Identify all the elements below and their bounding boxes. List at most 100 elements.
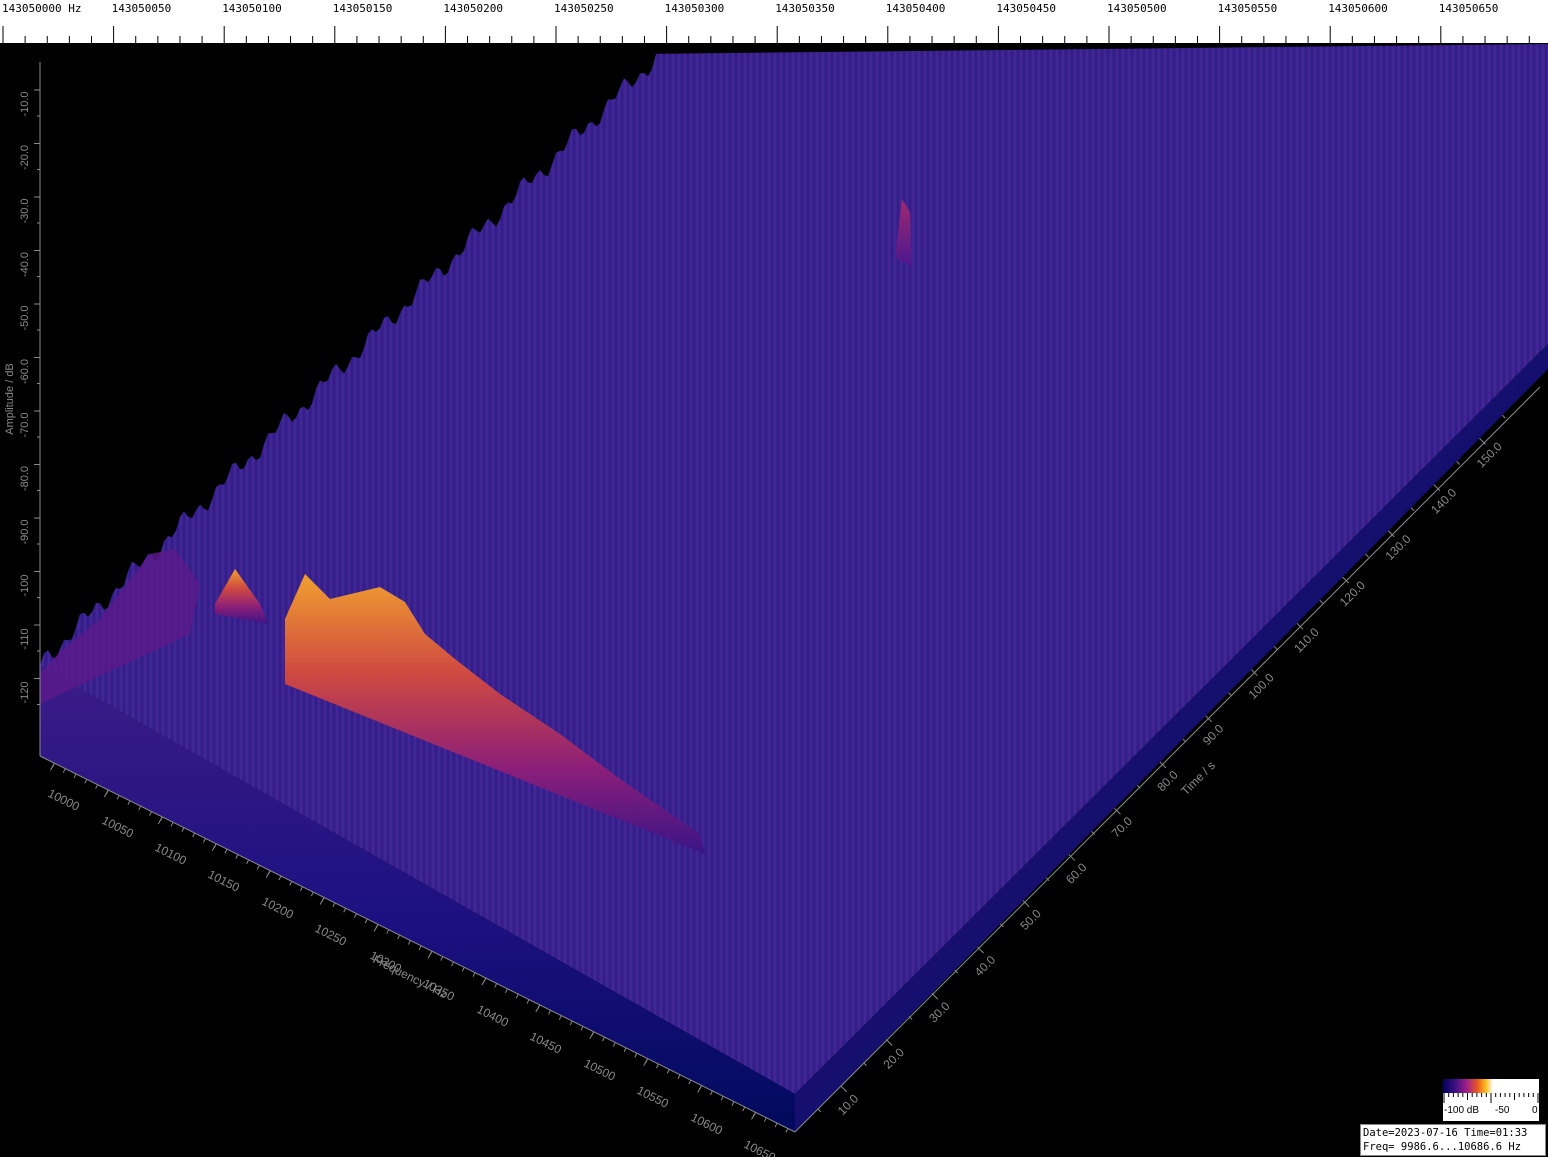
amplitude-tick-label: -100 bbox=[19, 574, 31, 596]
frequency-minor-tick bbox=[709, 1090, 713, 1096]
time-tick-label: 50.0 bbox=[1017, 906, 1044, 933]
frequency-tick-label: 10450 bbox=[528, 1029, 564, 1057]
amplitude-tick-label: -30.0 bbox=[19, 198, 31, 223]
frequency-minor-tick bbox=[623, 1047, 627, 1053]
frequency-minor-tick bbox=[364, 918, 368, 924]
time-tick-label: 80.0 bbox=[1154, 768, 1181, 795]
frequency-minor-tick bbox=[440, 956, 444, 961]
frequency-axis-label: Frequency / Hz bbox=[371, 952, 450, 1001]
frequency-minor-tick bbox=[656, 1063, 659, 1069]
colorbar-gradient bbox=[1443, 1079, 1539, 1093]
time-tick-label: 120.0 bbox=[1337, 578, 1368, 609]
frequency-minor-tick bbox=[558, 1015, 562, 1020]
ruler-label: 143050200 bbox=[443, 2, 503, 15]
frequency-minor-tick bbox=[666, 1069, 670, 1074]
frequency-minor-tick bbox=[332, 902, 336, 908]
ruler-label: 143050250 bbox=[554, 2, 614, 15]
colorbar-min-label: -100 dB bbox=[1444, 1105, 1480, 1116]
ruler-label: 143050650 bbox=[1438, 2, 1499, 15]
frequency-minor-tick bbox=[310, 891, 314, 897]
frequency-minor-tick bbox=[763, 1117, 767, 1122]
frequency-minor-tick bbox=[84, 779, 88, 784]
frequency-minor-tick bbox=[515, 993, 519, 999]
frequency-minor-tick bbox=[634, 1053, 638, 1058]
frequency-tick-label: 10250 bbox=[313, 921, 349, 949]
time-tick-label: 90.0 bbox=[1200, 721, 1227, 748]
time-tick bbox=[931, 992, 939, 1000]
colorbar-legend: -100 dB -50 0 bbox=[1443, 1079, 1539, 1121]
frequency-minor-tick bbox=[472, 972, 476, 977]
frequency-minor-tick bbox=[548, 1010, 552, 1015]
frequency-minor-tick bbox=[246, 859, 250, 865]
waterfall-plot: -10.0 -20.0 -30.0 -40.0 -50.0 -60.0 -70.0 -80.0… bbox=[4, 44, 1548, 1157]
time-tick-label: 100.0 bbox=[1246, 670, 1277, 701]
time-tick-label: 20.0 bbox=[880, 1045, 907, 1072]
ruler-label: 143050400 bbox=[885, 2, 946, 15]
frequency-minor-tick bbox=[742, 1106, 746, 1112]
frequency-minor-tick bbox=[461, 967, 465, 972]
amplitude-axis-label: Amplitude / dB bbox=[4, 363, 16, 435]
frequency-minor-tick bbox=[116, 795, 120, 800]
frequency-tick-label: 10200 bbox=[260, 894, 296, 922]
frequency-minor-tick bbox=[138, 805, 142, 811]
frequency-tick-label: 10000 bbox=[46, 786, 82, 814]
frequency-tick-label: 10600 bbox=[689, 1110, 725, 1138]
ruler-label: 143050600 bbox=[1328, 2, 1388, 15]
frequency-minor-tick bbox=[256, 865, 260, 870]
frequency-minor-tick bbox=[677, 1074, 681, 1079]
frequency-tick-label: 10550 bbox=[635, 1083, 671, 1111]
frequency-minor-tick bbox=[785, 1128, 789, 1133]
time-tick bbox=[840, 1085, 847, 1093]
frequency-ruler: 143050000 Hz 143050050 143050100 143050150… bbox=[0, 0, 1548, 44]
frequency-minor-tick bbox=[181, 827, 185, 832]
frequency-minor-tick bbox=[149, 811, 152, 816]
time-minor-tick bbox=[1456, 461, 1461, 465]
frequency-tick-label: 10100 bbox=[153, 840, 189, 868]
time-minor-tick bbox=[817, 1108, 822, 1113]
frequency-minor-tick bbox=[494, 983, 498, 988]
time-tick-label: 10.0 bbox=[835, 1091, 862, 1118]
time-minor-tick bbox=[863, 1062, 867, 1066]
time-tick-label: 70.0 bbox=[1109, 814, 1136, 841]
frequency-minor-tick bbox=[397, 934, 401, 940]
frequency-minor-tick bbox=[170, 822, 174, 827]
time-minor-tick bbox=[1182, 738, 1187, 743]
frequency-minor-tick bbox=[289, 881, 293, 886]
ruler-label: 143050500 bbox=[1107, 2, 1167, 15]
frequency-minor-tick bbox=[235, 854, 239, 859]
ruler-label: 143050550 bbox=[1217, 2, 1278, 15]
frequency-minor-tick bbox=[612, 1042, 616, 1047]
info-frequency-range: Freq= 9986.6...10686.6 Hz bbox=[1363, 1141, 1522, 1153]
info-date-time: Date=2023-07-16 Time=01:33 bbox=[1363, 1127, 1528, 1139]
ruler-label: 143050450 bbox=[996, 2, 1056, 15]
amplitude-tick-label: -70.0 bbox=[19, 412, 31, 437]
time-tick-label: 30.0 bbox=[926, 999, 953, 1026]
frequency-minor-tick bbox=[224, 848, 228, 854]
frequency-minor-tick bbox=[73, 773, 77, 779]
frequency-minor-tick bbox=[774, 1122, 778, 1128]
amplitude-tick-label: -20.0 bbox=[19, 145, 31, 170]
frequency-minor-tick bbox=[386, 929, 390, 934]
frequency-minor-tick bbox=[95, 784, 99, 789]
amplitude-tick-label: -60.0 bbox=[19, 359, 31, 384]
amplitude-tick-label: -10.0 bbox=[19, 91, 31, 116]
frequency-minor-tick bbox=[505, 988, 508, 994]
colorbar-mid-label: -50 bbox=[1495, 1105, 1510, 1116]
time-tick bbox=[1022, 900, 1030, 908]
time-tick bbox=[1479, 438, 1486, 445]
amplitude-tick-label: -80.0 bbox=[19, 466, 31, 491]
frequency-minor-tick bbox=[343, 908, 347, 913]
time-minor-tick bbox=[1365, 553, 1369, 558]
frequency-minor-tick bbox=[526, 999, 530, 1004]
frequency-minor-tick bbox=[720, 1096, 724, 1101]
frequency-minor-tick bbox=[731, 1101, 735, 1106]
ruler-label: 143050300 bbox=[664, 2, 725, 15]
frequency-minor-tick bbox=[418, 945, 422, 951]
time-minor-tick bbox=[1319, 599, 1324, 604]
amplitude-tick-label: -110 bbox=[19, 628, 31, 649]
frequency-tick-label: 10400 bbox=[475, 1002, 511, 1030]
colorbar-ticks bbox=[1443, 1093, 1539, 1103]
amplitude-tick-label: -40.0 bbox=[19, 252, 31, 277]
ruler-label: 143050150 bbox=[332, 2, 393, 15]
time-tick bbox=[885, 1039, 893, 1046]
